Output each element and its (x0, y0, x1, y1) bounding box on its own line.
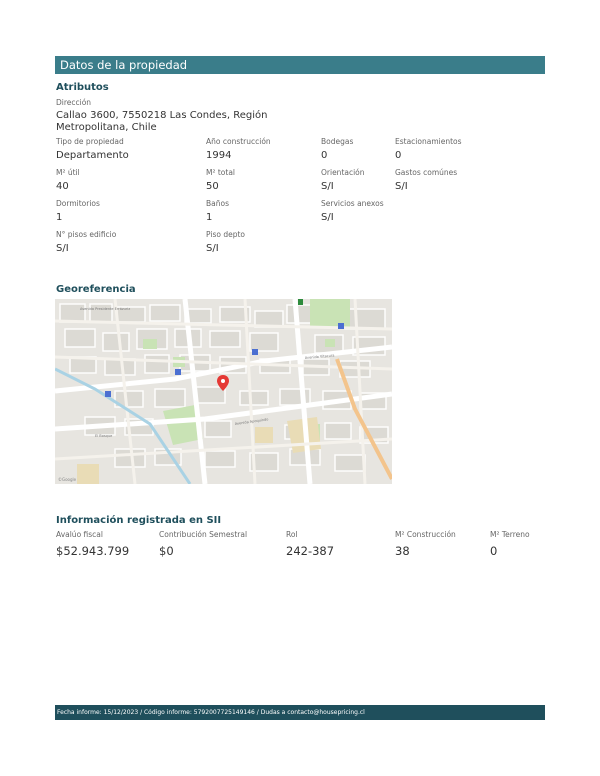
field-value: 50 (206, 181, 219, 192)
sii-label: M² Construcción (395, 530, 456, 539)
attributes-title: Atributos (56, 82, 109, 93)
sii-label: Contribución Semestral (159, 530, 248, 539)
street-label: El Bosque (95, 434, 112, 438)
field-label: Estacionamientos (395, 137, 462, 146)
field-label: Orientación (321, 168, 365, 177)
sii-label: Rol (286, 530, 298, 539)
field-value: 0 (395, 150, 402, 161)
footer-bar: Fecha informe: 15/12/2023 / Código infor… (55, 705, 545, 720)
address-value: Callao 3600, 7550218 Las Condes, Región … (56, 110, 268, 132)
sii-label: Avalúo fiscal (56, 530, 103, 539)
field-value: 40 (56, 181, 69, 192)
field-label: M² total (206, 168, 236, 177)
field-value: 1 (56, 212, 63, 223)
field-label: Dormitorios (56, 199, 100, 208)
field-label: M² útil (56, 168, 80, 177)
field-value: 1994 (206, 150, 232, 161)
field-value: S/I (56, 243, 69, 254)
field-label: Servicios anexos (321, 199, 384, 208)
address-label: Dirección (56, 98, 92, 107)
map[interactable]: Avenida Presidente Errázuriz Avenida Apo… (55, 299, 392, 484)
field-label: Gastos comúnes (395, 168, 458, 177)
georeferencia-title: Georeferencia (56, 284, 136, 295)
field-value: S/I (321, 212, 334, 223)
section-header: Datos de la propiedad (55, 56, 545, 74)
field-value: 0 (321, 150, 328, 161)
field-label: Piso depto (206, 230, 245, 239)
sii-value: 242-387 (286, 544, 335, 558)
field-label: Tipo de propiedad (56, 137, 124, 146)
map-canvas: Avenida Presidente Errázuriz Avenida Apo… (55, 299, 392, 484)
field-value: S/I (395, 181, 408, 192)
sii-value: 0 (490, 544, 498, 558)
field-label: Año construcción (206, 137, 271, 146)
street-label: Avenida Presidente Errázuriz (80, 307, 130, 311)
map-attribution: ©Google (58, 477, 77, 482)
field-value: Departamento (56, 150, 129, 161)
field-label: N° pisos edificio (56, 230, 117, 239)
field-label: Bodegas (321, 137, 354, 146)
sii-value: $0 (159, 544, 174, 558)
sii-title: Información registrada en SII (56, 515, 222, 526)
field-value: 1 (206, 212, 213, 223)
sii-value: 38 (395, 544, 410, 558)
field-value: S/I (206, 243, 219, 254)
sii-label: M² Terreno (490, 530, 530, 539)
field-value: S/I (321, 181, 334, 192)
field-label: Baños (206, 199, 229, 208)
sii-value: $52.943.799 (56, 544, 130, 558)
